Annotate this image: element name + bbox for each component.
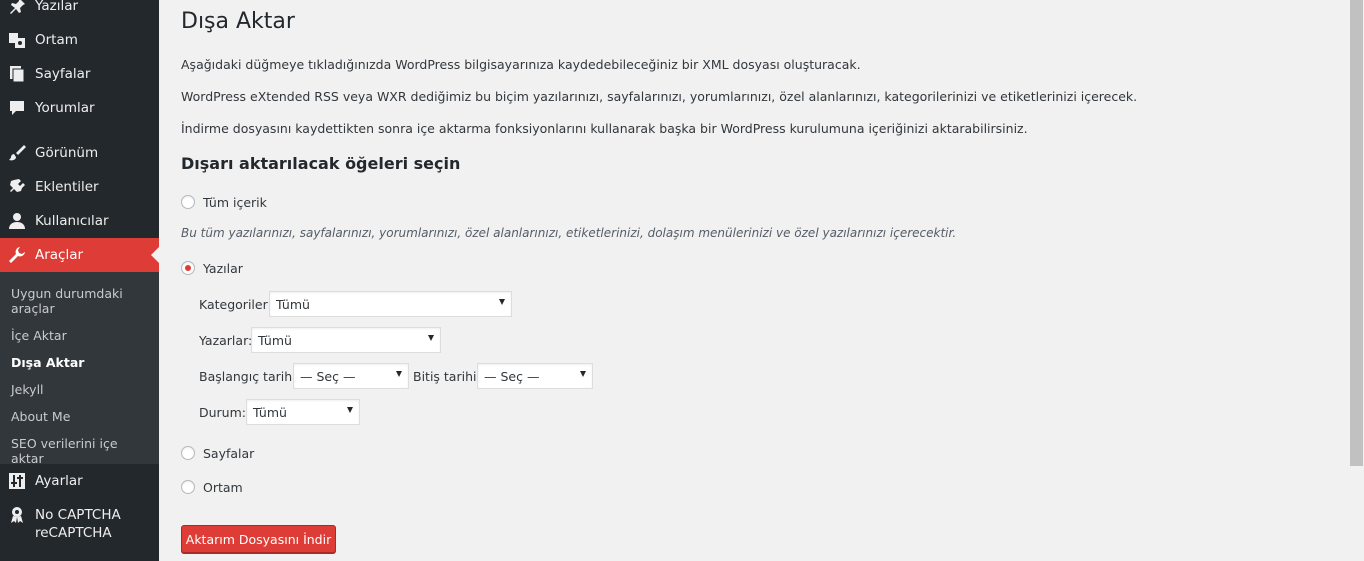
menu-item-label: Sayfalar	[35, 66, 91, 82]
menu-item-posts[interactable]: Yazılar	[0, 0, 159, 23]
authors-select-value: Tümü	[258, 332, 292, 348]
comment-icon	[8, 99, 26, 117]
radio-media[interactable]	[181, 480, 195, 494]
end-date-label: Bitiş tarihi:	[413, 369, 481, 384]
option-pages[interactable]: Sayfalar	[181, 444, 254, 462]
option-media[interactable]: Ortam	[181, 478, 243, 496]
categories-select[interactable]: Tümü	[269, 291, 512, 317]
pages-icon	[8, 65, 26, 83]
option-all-content[interactable]: Tüm içerik	[181, 193, 267, 211]
wrench-icon	[8, 246, 26, 264]
submenu-item-seo-import[interactable]: SEO verilerini içe aktar	[11, 436, 151, 466]
menu-item-label: Araçlar	[35, 247, 84, 263]
submenu-item-site-health[interactable]: Uygun durumdaki araçlar	[11, 286, 151, 316]
intro-paragraph-2: WordPress eXtended RSS veya WXR dediğimi…	[181, 89, 1138, 104]
menu-item-label: Eklentiler	[35, 179, 99, 195]
page-title: Dışa Aktar	[181, 9, 295, 34]
submenu-item-import[interactable]: İçe Aktar	[11, 328, 151, 343]
menu-item-label: Ortam	[35, 32, 78, 48]
option-media-label: Ortam	[203, 479, 243, 495]
tools-submenu: Uygun durumdaki araçlar İçe Aktar Dışa A…	[0, 272, 159, 466]
chevron-down-icon	[499, 299, 505, 305]
intro-paragraph-3: İndirme dosyasını kaydettikten sonra içe…	[181, 121, 1028, 136]
chevron-down-icon	[428, 335, 434, 341]
all-content-hint: Bu tüm yazılarınızı, sayfalarınızı, yoru…	[181, 226, 957, 240]
radio-pages[interactable]	[181, 446, 195, 460]
settings-sliders-icon	[8, 472, 26, 490]
scrollbar-thumb[interactable]	[1350, 0, 1363, 466]
plugin-icon	[8, 178, 26, 196]
option-all-content-label: Tüm içerik	[203, 194, 267, 210]
option-pages-label: Sayfalar	[203, 445, 255, 461]
menu-item-appearance[interactable]: Görünüm	[0, 136, 159, 170]
radio-all-content[interactable]	[181, 195, 195, 209]
chevron-down-icon	[347, 407, 353, 413]
submenu-item-about-me[interactable]: About Me	[11, 409, 151, 424]
user-icon	[8, 212, 26, 230]
media-icon	[8, 31, 26, 49]
chevron-down-icon	[580, 371, 586, 377]
admin-sidebar: Yazılar Ortam Sayfalar Yorumlar Görünüm …	[0, 0, 159, 561]
paintbrush-icon	[8, 144, 26, 162]
status-label: Durum:	[199, 405, 246, 420]
end-date-select-value: — Seç —	[484, 368, 540, 384]
menu-item-label: Kullanıcılar	[35, 213, 109, 229]
option-posts-label: Yazılar	[203, 260, 243, 276]
menu-item-settings[interactable]: Ayarlar	[0, 464, 159, 498]
menu-item-media[interactable]: Ortam	[0, 23, 159, 57]
chevron-down-icon	[396, 371, 402, 377]
status-select[interactable]: Tümü	[246, 399, 360, 425]
submenu-item-jekyll[interactable]: Jekyll	[11, 382, 151, 397]
start-date-select[interactable]: — Seç —	[293, 363, 409, 389]
menu-item-label: Yazılar	[35, 0, 79, 14]
badge-icon	[8, 506, 26, 524]
authors-select[interactable]: Tümü	[251, 327, 441, 353]
menu-item-plugins[interactable]: Eklentiler	[0, 170, 159, 204]
menu-item-label: Görünüm	[35, 145, 99, 161]
main-content: Dışa Aktar Aşağıdaki düğmeye tıkladığını…	[181, 0, 1341, 561]
start-date-label: Başlangıç tarihi:	[199, 369, 300, 384]
status-select-value: Tümü	[253, 404, 287, 420]
menu-item-tools[interactable]: Araçlar	[0, 238, 159, 272]
section-title: Dışarı aktarılacak öğeleri seçin	[181, 154, 461, 173]
menu-item-label: Ayarlar	[35, 473, 83, 489]
option-posts[interactable]: Yazılar	[181, 259, 243, 277]
pushpin-icon	[8, 0, 26, 15]
menu-item-users[interactable]: Kullanıcılar	[0, 204, 159, 238]
end-date-select[interactable]: — Seç —	[477, 363, 593, 389]
authors-label: Yazarlar:	[199, 333, 253, 348]
menu-item-label: No CAPTCHA reCAPTCHA	[35, 507, 121, 541]
categories-label: Kategoriler:	[199, 297, 272, 312]
menu-item-pages[interactable]: Sayfalar	[0, 57, 159, 91]
start-date-select-value: — Seç —	[300, 368, 356, 384]
download-export-button[interactable]: Aktarım Dosyasını İndir	[181, 525, 336, 553]
menu-item-label: Yorumlar	[35, 100, 95, 116]
radio-posts[interactable]	[181, 261, 195, 275]
submenu-item-export[interactable]: Dışa Aktar	[11, 355, 151, 370]
categories-select-value: Tümü	[276, 296, 310, 312]
menu-item-comments[interactable]: Yorumlar	[0, 91, 159, 125]
intro-paragraph-1: Aşağıdaki düğmeye tıkladığınızda WordPre…	[181, 57, 861, 72]
menu-item-recaptcha[interactable]: No CAPTCHA reCAPTCHA	[0, 498, 159, 548]
